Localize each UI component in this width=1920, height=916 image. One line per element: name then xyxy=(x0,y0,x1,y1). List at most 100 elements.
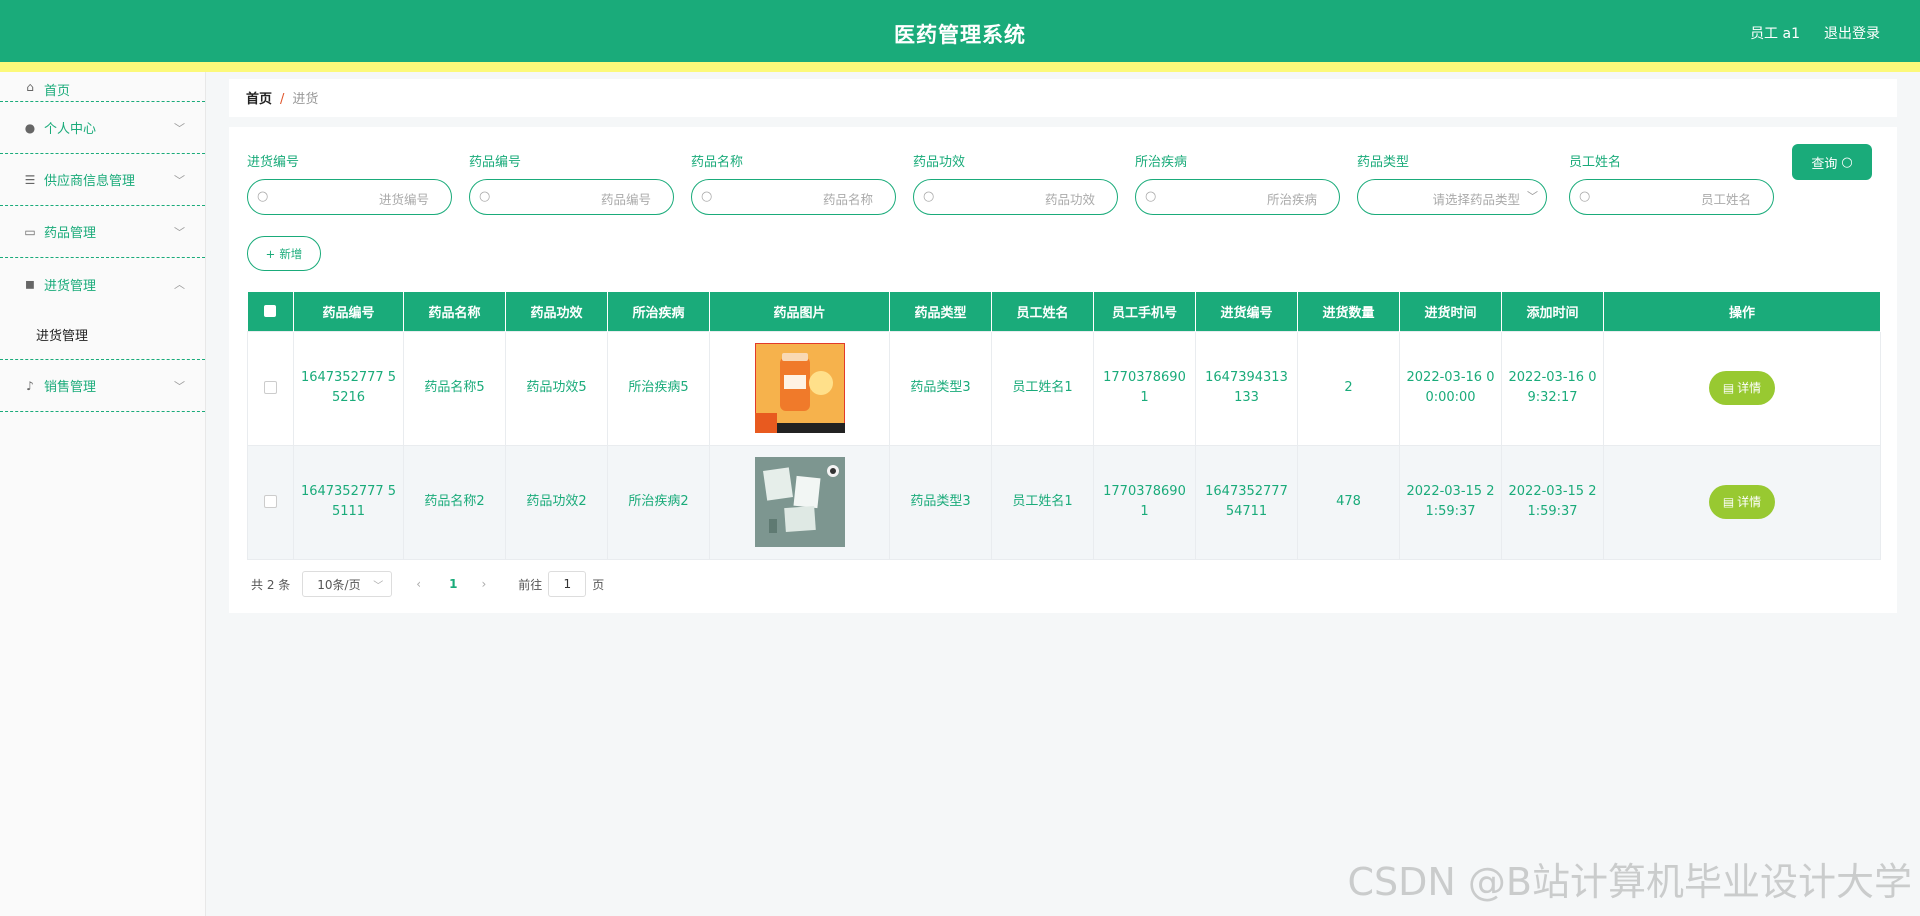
cell-purchase-no: 1647394313 133 xyxy=(1195,330,1298,446)
prev-page-button[interactable]: ‹ xyxy=(416,577,421,591)
column-header[interactable]: 进货数量 xyxy=(1297,292,1400,331)
table-row: 1647352777 55216 药品名称5 药品功效5 所治疾病5 药品类型3… xyxy=(247,330,1881,446)
sidebar-item-personal[interactable]: ● 个人中心 ﹀ xyxy=(0,102,205,154)
cell-drug-image xyxy=(709,330,890,446)
row-checkbox[interactable] xyxy=(264,495,277,508)
breadcrumb-home[interactable]: 首页 xyxy=(246,92,272,107)
cell-quantity: 478 xyxy=(1297,444,1400,560)
table-header-row: 药品编号 药品名称 药品功效 所治疾病 药品图片 药品类型 员工姓名 员工手机号… xyxy=(247,292,1881,331)
add-label: 新增 xyxy=(279,246,303,261)
column-header[interactable]: 员工姓名 xyxy=(991,292,1094,331)
column-header[interactable]: 员工手机号 xyxy=(1093,292,1196,331)
chevron-down-icon: ﹀ xyxy=(174,122,185,135)
goto-page-input[interactable]: 1 xyxy=(548,571,587,597)
column-header[interactable]: 药品类型 xyxy=(889,292,992,331)
sidebar-item-drug[interactable]: ▭ 药品管理 ﹀ xyxy=(0,206,205,258)
field-label: 员工姓名 xyxy=(1569,155,1622,170)
query-button[interactable]: 查询 ○ xyxy=(1792,144,1872,180)
field-label: 药品编号 xyxy=(469,155,522,170)
user-icon: ● xyxy=(24,120,36,135)
sidebar-subitem-purchase[interactable]: 进货管理 xyxy=(0,310,205,360)
column-header[interactable]: 所治疾病 xyxy=(607,292,710,331)
search-icon: ○ xyxy=(257,189,269,204)
query-label: 查询 xyxy=(1811,156,1838,172)
sidebar-item-sales[interactable]: ♪ 销售管理 ﹀ xyxy=(0,360,205,412)
detail-button[interactable]: ▤ 详情 xyxy=(1709,371,1775,405)
sidebar-item-label: 药品管理 xyxy=(44,226,97,241)
chevron-up-icon: ︿ xyxy=(174,278,185,291)
purchase-no-input[interactable]: ○ 进货编号 xyxy=(247,179,452,215)
search-icon: ○ xyxy=(1579,189,1591,204)
page-size-select[interactable]: 10条/页 ﹀ xyxy=(302,571,393,597)
page-number[interactable]: 1 xyxy=(449,577,457,591)
cell-drug-name: 药品名称2 xyxy=(403,444,506,560)
cell-added-time: 2022-03-15 21:59:37 xyxy=(1501,444,1604,560)
chevron-down-icon: ﹀ xyxy=(1527,190,1538,203)
total-count: 共 2 条 xyxy=(251,577,291,592)
search-field-staff-name: 员工姓名 ○ 员工姓名 xyxy=(1569,151,1774,215)
microphone-icon: ♪ xyxy=(26,378,34,393)
sidebar-item-label: 个人中心 xyxy=(44,122,97,137)
disease-input[interactable]: ○ 所治疾病 xyxy=(1135,179,1340,215)
drug-type-select[interactable]: 请选择药品类型 ﹀ xyxy=(1357,179,1547,215)
column-header[interactable]: 药品图片 xyxy=(709,292,890,331)
sidebar: ⌂ 首页 ● 个人中心 ﹀ ☰ 供应商信息管理 ﹀ ▭ 药品管理 ﹀ ◼ 进货管… xyxy=(0,72,206,916)
watermark: CSDN @B站计算机毕业设计大学 xyxy=(1347,860,1913,904)
top-bar: 医药管理系统 员工 a1 退出登录 xyxy=(0,0,1920,62)
cell-purchase-time: 2022-03-15 21:59:37 xyxy=(1399,444,1502,560)
column-header[interactable]: 进货编号 xyxy=(1195,292,1298,331)
chevron-down-icon: ﹀ xyxy=(174,226,185,239)
drug-image[interactable] xyxy=(754,457,845,547)
cell-staff-name: 员工姓名1 xyxy=(991,330,1094,446)
drug-no-input[interactable]: ○ 药品编号 xyxy=(469,179,674,215)
breadcrumb-separator: / xyxy=(280,92,285,107)
column-header[interactable]: 药品名称 xyxy=(403,292,506,331)
staff-name-input[interactable]: ○ 员工姓名 xyxy=(1569,179,1774,215)
column-header[interactable]: 添加时间 xyxy=(1501,292,1604,331)
column-header[interactable]: 进货时间 xyxy=(1399,292,1502,331)
detail-button[interactable]: ▤ 详情 xyxy=(1709,485,1775,519)
search-icon: ○ xyxy=(479,189,491,204)
cell-staff-phone: 17703786901 xyxy=(1093,444,1196,560)
next-page-button[interactable]: › xyxy=(481,577,486,591)
search-icon: ○ xyxy=(1841,154,1853,170)
breadcrumb: 首页 / 进货 xyxy=(229,79,1897,117)
drug-effect-input[interactable]: ○ 药品功效 xyxy=(913,179,1118,215)
field-label: 药品名称 xyxy=(691,155,744,170)
sidebar-item-purchase[interactable]: ◼ 进货管理 ︿ xyxy=(0,258,205,310)
add-button[interactable]: + 新增 xyxy=(247,236,321,271)
row-select-cell xyxy=(247,444,294,560)
sidebar-subitem-label: 进货管理 xyxy=(36,329,89,344)
breadcrumb-current: 进货 xyxy=(292,92,319,107)
card-icon: ▭ xyxy=(24,224,36,239)
cell-purchase-no: 1647352777 54711 xyxy=(1195,444,1298,560)
row-checkbox[interactable] xyxy=(264,381,277,394)
cell-drug-type: 药品类型3 xyxy=(889,330,992,446)
cell-purchase-time: 2022-03-16 00:00:00 xyxy=(1399,330,1502,446)
column-header[interactable]: 药品功效 xyxy=(505,292,608,331)
search-field-drug-effect: 药品功效 ○ 药品功效 xyxy=(913,151,1118,215)
cell-drug-name: 药品名称5 xyxy=(403,330,506,446)
drug-name-input[interactable]: ○ 药品名称 xyxy=(691,179,896,215)
sidebar-item-supplier[interactable]: ☰ 供应商信息管理 ﹀ xyxy=(0,154,205,206)
video-icon: ◼ xyxy=(25,277,35,291)
document-icon: ▤ xyxy=(1722,495,1735,509)
search-field-disease: 所治疾病 ○ 所治疾病 xyxy=(1135,151,1340,215)
select-all-header xyxy=(247,292,294,331)
cell-drug-no: 1647352777 55111 xyxy=(293,444,404,560)
chevron-down-icon: ﹀ xyxy=(174,380,185,393)
field-label: 所治疾病 xyxy=(1135,155,1188,170)
cell-disease: 所治疾病2 xyxy=(607,444,710,560)
select-all-checkbox[interactable] xyxy=(264,305,277,318)
logout-button[interactable]: 退出登录 xyxy=(1824,23,1880,43)
search-field-drug-type: 药品类型 请选择药品类型 ﹀ xyxy=(1357,151,1547,215)
column-header[interactable]: 药品编号 xyxy=(293,292,404,331)
table-row: 1647352777 55111 药品名称2 药品功效2 所治疾病2 药品类型3… xyxy=(247,444,1881,560)
document-icon: ▤ xyxy=(1722,381,1735,395)
sidebar-item-home[interactable]: ⌂ 首页 xyxy=(0,72,205,102)
cell-quantity: 2 xyxy=(1297,330,1400,446)
cell-drug-image xyxy=(709,444,890,560)
current-user[interactable]: 员工 a1 xyxy=(1750,23,1800,43)
home-icon: ⌂ xyxy=(26,80,34,94)
drug-image[interactable] xyxy=(754,343,845,433)
